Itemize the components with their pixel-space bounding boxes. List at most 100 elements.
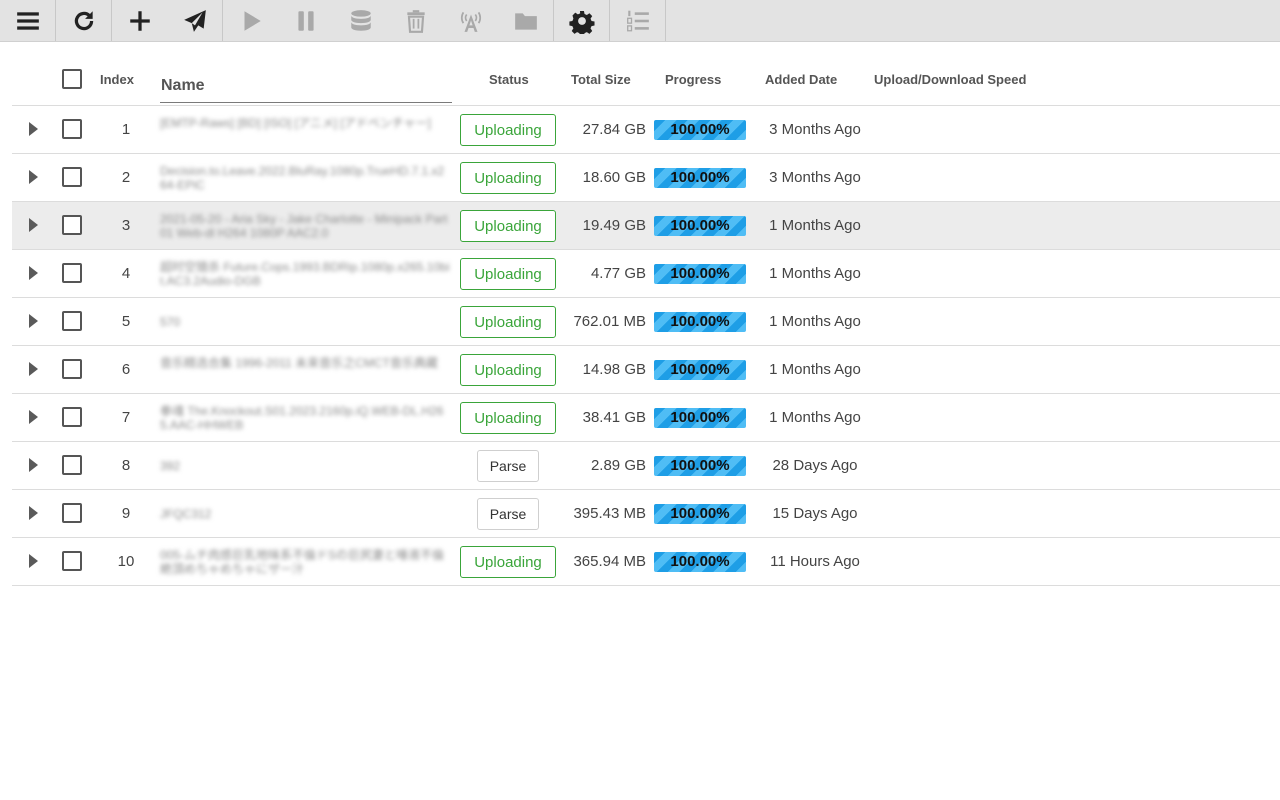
add-button[interactable] xyxy=(112,0,167,41)
row-index: 5 xyxy=(121,313,131,330)
progress-label: 100.00% xyxy=(670,505,730,522)
row-added-date: 1 Months Ago xyxy=(769,409,861,426)
ordered-list-button[interactable] xyxy=(610,0,665,41)
menu-button[interactable] xyxy=(0,0,55,41)
table-row[interactable]: 3 2021-05-20 - Aria Sky - Jake Charlotte … xyxy=(12,202,1280,250)
status-button[interactable]: Uploading xyxy=(460,114,556,146)
row-checkbox[interactable] xyxy=(62,263,82,283)
status-button[interactable]: Parse xyxy=(477,498,539,530)
progress-label: 100.00% xyxy=(670,361,730,378)
row-checkbox[interactable] xyxy=(62,551,82,571)
row-checkbox[interactable] xyxy=(62,455,82,475)
row-checkbox[interactable] xyxy=(62,311,82,331)
toolbar xyxy=(0,0,1280,42)
row-index: 8 xyxy=(121,457,131,474)
row-name: 570 xyxy=(160,315,181,329)
row-checkbox[interactable] xyxy=(62,407,82,427)
row-checkbox[interactable] xyxy=(62,503,82,523)
expand-arrow-icon[interactable] xyxy=(29,410,38,424)
row-checkbox[interactable] xyxy=(62,359,82,379)
table-body: 1 [EMTP-Raws] [BD] [ISO] [アニメ] [アドベンチャー] U… xyxy=(12,106,1280,586)
progress-label: 100.00% xyxy=(670,457,730,474)
trash-button[interactable] xyxy=(388,0,443,41)
folder-button[interactable] xyxy=(498,0,553,41)
progress-bar: 100.00% xyxy=(654,216,746,236)
row-added-date: 3 Months Ago xyxy=(769,121,861,138)
row-checkbox[interactable] xyxy=(62,119,82,139)
expand-arrow-icon[interactable] xyxy=(29,362,38,376)
table-row[interactable]: 1 [EMTP-Raws] [BD] [ISO] [アニメ] [アドベンチャー] U… xyxy=(12,106,1280,154)
expand-arrow-icon[interactable] xyxy=(29,122,38,136)
row-name: 392 xyxy=(160,459,181,473)
progress-bar: 100.00% xyxy=(654,456,746,476)
status-button[interactable]: Uploading xyxy=(460,258,556,290)
send-button[interactable] xyxy=(167,0,222,41)
select-all-checkbox[interactable] xyxy=(62,69,82,89)
row-index: 4 xyxy=(121,265,131,282)
pause-icon xyxy=(293,8,319,34)
status-button[interactable]: Uploading xyxy=(460,402,556,434)
gear-button[interactable] xyxy=(554,0,609,41)
progress-bar: 100.00% xyxy=(654,504,746,524)
row-total-size: 14.98 GB xyxy=(582,361,646,378)
toolbar-group xyxy=(554,0,610,41)
broadcast-button[interactable] xyxy=(443,0,498,41)
refresh-button[interactable] xyxy=(56,0,111,41)
row-added-date: 28 Days Ago xyxy=(772,457,858,474)
row-checkbox[interactable] xyxy=(62,167,82,187)
row-added-date: 15 Days Ago xyxy=(772,505,858,522)
table-row[interactable]: 4 超时空猎杀 Future.Cops.1993.BDRip.1080p.x265… xyxy=(12,250,1280,298)
row-total-size: 2.89 GB xyxy=(590,457,646,474)
expand-arrow-icon[interactable] xyxy=(29,554,38,568)
progress-bar: 100.00% xyxy=(654,408,746,428)
progress-bar: 100.00% xyxy=(654,360,746,380)
status-button[interactable]: Parse xyxy=(477,450,539,482)
progress-label: 100.00% xyxy=(670,409,730,426)
broadcast-icon xyxy=(458,8,484,34)
row-total-size: 38.41 GB xyxy=(582,409,646,426)
header-index[interactable]: Index xyxy=(100,72,134,87)
status-button[interactable]: Uploading xyxy=(460,546,556,578)
play-button[interactable] xyxy=(223,0,278,41)
row-checkbox[interactable] xyxy=(62,215,82,235)
toolbar-group xyxy=(56,0,112,41)
table-row[interactable]: 9 JFQC312 Parse 395.43 MB 100.00% 15 Days Ago xyxy=(12,490,1280,538)
toolbar-group xyxy=(223,0,554,41)
row-total-size: 27.84 GB xyxy=(582,121,646,138)
row-index: 2 xyxy=(121,169,131,186)
status-button[interactable]: Uploading xyxy=(460,354,556,386)
row-index: 3 xyxy=(121,217,131,234)
expand-arrow-icon[interactable] xyxy=(29,314,38,328)
table-row[interactable]: 8 392 Parse 2.89 GB 100.00% 28 Days Ago xyxy=(12,442,1280,490)
header-status[interactable]: Status xyxy=(489,72,529,87)
expand-arrow-icon[interactable] xyxy=(29,506,38,520)
progress-label: 100.00% xyxy=(670,265,730,282)
expand-arrow-icon[interactable] xyxy=(29,170,38,184)
status-button[interactable]: Uploading xyxy=(460,162,556,194)
row-name: Decision.to.Leave.2022.BluRay.1080p.True… xyxy=(160,164,445,192)
header-added-date[interactable]: Added Date xyxy=(765,72,837,87)
table-row[interactable]: 2 Decision.to.Leave.2022.BluRay.1080p.Tru… xyxy=(12,154,1280,202)
table-row[interactable]: 5 570 Uploading 762.01 MB 100.00% 1 Months Ag… xyxy=(12,298,1280,346)
table-row[interactable]: 6 音乐精选合集 1996-2011 未来音乐之CMCT音乐典藏 Uploading… xyxy=(12,346,1280,394)
row-name: 拳魂 The.Knockout.S01.2023.2160p.iQ.WEB-DL… xyxy=(160,404,444,432)
header-total-size[interactable]: Total Size xyxy=(571,72,631,87)
status-button[interactable]: Uploading xyxy=(460,210,556,242)
status-button[interactable]: Uploading xyxy=(460,306,556,338)
row-name: JFQC312 xyxy=(160,507,212,521)
row-total-size: 395.43 MB xyxy=(573,505,646,522)
gear-icon xyxy=(568,8,595,34)
database-button[interactable] xyxy=(333,0,388,41)
header-progress[interactable]: Progress xyxy=(665,72,721,87)
table-row[interactable]: 7 拳魂 The.Knockout.S01.2023.2160p.iQ.WEB-D… xyxy=(12,394,1280,442)
pause-button[interactable] xyxy=(278,0,333,41)
row-index: 6 xyxy=(121,361,131,378)
header-speed[interactable]: Upload/Download Speed xyxy=(874,72,1026,87)
row-total-size: 18.60 GB xyxy=(582,169,646,186)
expand-arrow-icon[interactable] xyxy=(29,458,38,472)
trash-icon xyxy=(403,8,429,34)
expand-arrow-icon[interactable] xyxy=(29,266,38,280)
expand-arrow-icon[interactable] xyxy=(29,218,38,232)
table-row[interactable]: 10 005-ムチ肉感巨乳地味系不倫ドSの巨尻妻と唾液不倫絶頂めちゃめちゃにザー汁… xyxy=(12,538,1280,586)
header-name[interactable]: Name xyxy=(160,65,452,103)
